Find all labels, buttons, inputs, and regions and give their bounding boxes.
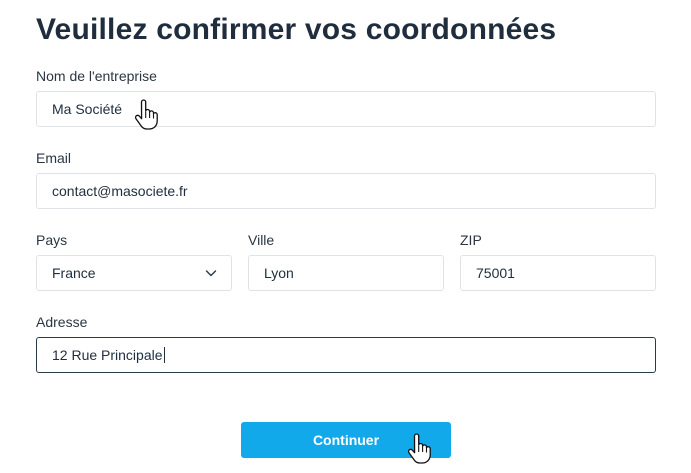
email-input[interactable]: contact@masociete.fr	[36, 173, 656, 209]
zip-input[interactable]: 75001	[460, 255, 656, 291]
address-label: Adresse	[36, 314, 88, 330]
hand-pointer-icon	[407, 433, 431, 464]
city-value: Lyon	[264, 265, 294, 281]
zip-value: 75001	[476, 265, 515, 281]
email-value: contact@masociete.fr	[52, 183, 188, 199]
country-value: France	[52, 265, 96, 281]
address-value: 12 Rue Principale	[52, 347, 163, 363]
address-input[interactable]: 12 Rue Principale	[36, 337, 656, 373]
hand-pointer-icon	[134, 99, 158, 130]
company-label: Nom de l'entreprise	[36, 68, 157, 84]
email-label: Email	[36, 150, 72, 166]
city-label: Ville	[248, 232, 275, 248]
page-title: Veuillez confirmer vos coordonnées	[36, 13, 557, 46]
company-value: Ma Société	[52, 101, 123, 117]
zip-label: ZIP	[460, 232, 482, 248]
country-label: Pays	[36, 232, 68, 248]
country-select[interactable]: France	[36, 255, 232, 291]
city-input[interactable]: Lyon	[248, 255, 444, 291]
company-input[interactable]: Ma Société	[36, 91, 656, 127]
chevron-down-icon	[205, 270, 217, 277]
text-caret	[163, 347, 165, 363]
